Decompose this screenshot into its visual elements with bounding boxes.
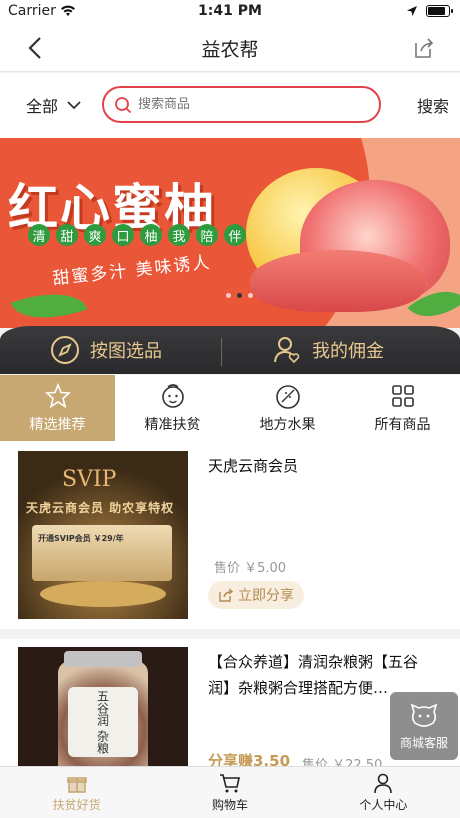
banner-tags: 清甜爽口柚我陪伴 xyxy=(28,224,246,246)
tab-bar-goods-label: 扶贫好货 xyxy=(52,798,101,812)
tab-bar-cart[interactable]: 购物车 xyxy=(153,767,306,818)
search-button[interactable]: 搜索 xyxy=(417,93,449,117)
select-by-image-button[interactable]: 按图选品 xyxy=(50,326,162,374)
product-name: 天虎云商会员 xyxy=(208,457,299,475)
banner-tag: 伴 xyxy=(224,224,246,246)
tab-bar-goods[interactable]: 扶贫好货 xyxy=(0,767,153,818)
category-dropdown[interactable]: 全部 xyxy=(26,93,82,117)
tab-bar-cart-label: 购物车 xyxy=(211,798,248,812)
carousel-dot[interactable] xyxy=(226,293,231,298)
tab-featured[interactable]: 精选推荐 xyxy=(0,375,115,441)
face-icon xyxy=(161,384,184,408)
tab-local-fruit[interactable]: 地方水果 xyxy=(230,375,345,441)
battery-fill xyxy=(428,7,446,15)
tab-featured-label: 精选推荐 xyxy=(29,417,86,433)
fruit-icon xyxy=(275,385,300,409)
share-icon[interactable] xyxy=(412,36,436,60)
banner-tag: 陪 xyxy=(196,224,218,246)
product-image: SVIP 天虎云商会员 助农享特权 开通SVIP会员 ￥29/年 xyxy=(18,451,188,619)
search-box[interactable] xyxy=(102,86,381,123)
banner-tag: 口 xyxy=(112,224,134,246)
page-title: 益农帮 xyxy=(201,39,259,61)
person-icon xyxy=(374,773,393,794)
jar-label: 五谷润 杂粮 xyxy=(68,687,138,757)
jar-lid xyxy=(64,651,142,667)
star-icon xyxy=(44,382,71,409)
gift-icon xyxy=(66,777,87,793)
chevron-down-icon xyxy=(67,101,81,110)
status-time: 1:41 PM xyxy=(198,3,262,19)
category-value: 全部 xyxy=(26,97,59,116)
customer-service-button[interactable]: 商城客服 xyxy=(390,692,458,760)
tab-poverty-alleviation[interactable]: 精准扶贫 xyxy=(115,375,230,441)
carousel-dot[interactable] xyxy=(248,293,253,298)
select-by-image-label: 按图选品 xyxy=(90,341,162,362)
product-price: 售价 ￥5.00 xyxy=(214,561,287,576)
tab-all-products[interactable]: 所有商品 xyxy=(345,375,460,441)
banner-tag: 我 xyxy=(168,224,190,246)
carousel-dot[interactable] xyxy=(237,293,242,298)
tab-poverty-alleviation-label: 精准扶贫 xyxy=(144,417,201,433)
tab-bar-profile-label: 个人中心 xyxy=(359,798,408,812)
mascot-icon xyxy=(410,703,438,727)
user-heart-icon xyxy=(274,337,300,364)
my-commission-button[interactable]: 我的佣金 xyxy=(272,326,384,374)
product-card[interactable]: SVIP 天虎云商会员 助农享特权 开通SVIP会员 ￥29/年 天虎云商会员 … xyxy=(0,441,460,629)
tab-all-products-label: 所有商品 xyxy=(374,417,431,433)
cart-icon xyxy=(219,774,240,793)
product-image: 五谷润 杂粮 xyxy=(18,647,188,779)
share-icon xyxy=(219,588,234,602)
banner-tag: 柚 xyxy=(140,224,162,246)
compass-icon xyxy=(51,336,79,364)
status-icons xyxy=(406,5,453,17)
svip-card: 开通SVIP会员 ￥29/年 xyxy=(32,525,172,581)
share-now-label: 立即分享 xyxy=(238,588,294,604)
svip-logo: SVIP xyxy=(62,467,117,492)
share-now-button[interactable]: 立即分享 xyxy=(208,581,304,609)
quick-action-bar: 按图选品 我的佣金 xyxy=(0,326,460,374)
search-input[interactable] xyxy=(138,97,358,112)
battery-icon xyxy=(426,5,453,17)
my-commission-label: 我的佣金 xyxy=(312,341,384,362)
status-bar: Carrier 1:41 PM xyxy=(0,0,460,24)
divider xyxy=(221,338,222,366)
promo-banner[interactable]: 红心蜜柚 清甜爽口柚我陪伴 甜蜜多汁 美味诱人 xyxy=(0,138,460,328)
grid-icon xyxy=(391,385,414,407)
tab-bar-profile[interactable]: 个人中心 xyxy=(307,767,460,818)
search-icon xyxy=(115,96,132,113)
category-tabs: 精选推荐 精准扶贫 地方水果 所有商品 xyxy=(0,375,460,441)
banner-tag: 清 xyxy=(28,224,50,246)
svip-title: 天虎云商会员 助农享特权 xyxy=(26,501,175,515)
banner-tag: 爽 xyxy=(84,224,106,246)
tab-local-fruit-label: 地方水果 xyxy=(259,417,316,433)
customer-service-label: 商城客服 xyxy=(399,735,448,750)
search-row: 全部 搜索 xyxy=(0,73,460,138)
pomelo-slice-image xyxy=(250,250,425,312)
bottom-tab-bar: 扶贫好货 购物车 个人中心 xyxy=(0,766,460,818)
carousel-dots[interactable] xyxy=(226,293,253,298)
banner-tag: 甜 xyxy=(56,224,78,246)
svip-stage xyxy=(40,581,166,607)
svip-card-line: 开通SVIP会员 ￥29/年 xyxy=(38,534,124,543)
location-arrow-icon xyxy=(407,6,417,16)
nav-bar: 益农帮 xyxy=(0,24,460,72)
